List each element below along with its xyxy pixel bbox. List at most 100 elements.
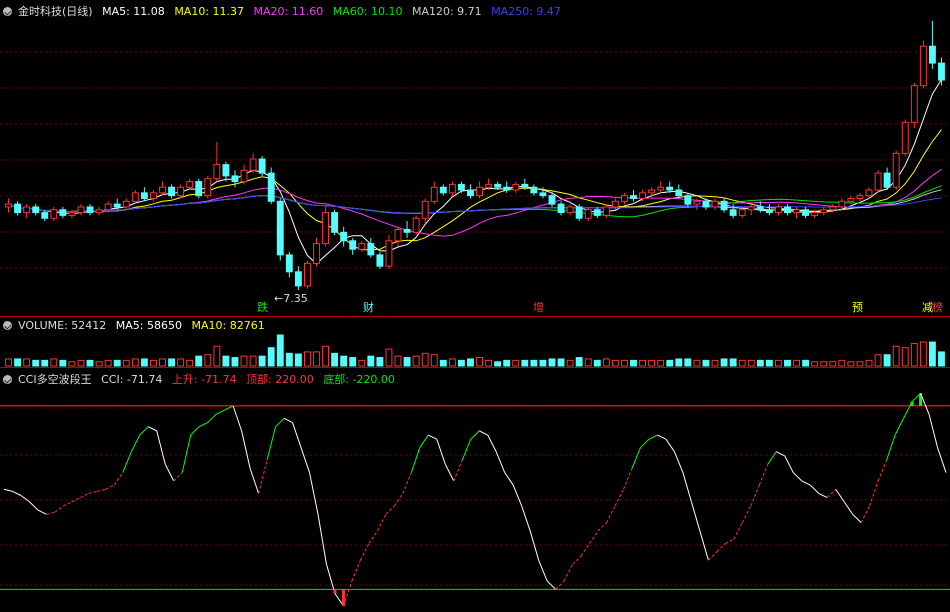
candle-body (14, 203, 22, 214)
volume-bar (41, 359, 49, 367)
candle-body (59, 209, 67, 216)
candle-body (675, 189, 683, 197)
collapse-icon[interactable] (3, 7, 12, 16)
candle-body (376, 254, 384, 267)
candle-body (177, 186, 185, 197)
cci-top-label: 顶部: 220.00 (246, 373, 314, 386)
cci-segment (470, 430, 480, 440)
cci-segment (130, 434, 141, 452)
candle-body (331, 212, 339, 233)
cci-segment (708, 551, 718, 561)
cci-segment (640, 438, 650, 448)
candle-body (485, 183, 493, 188)
ma20-label: MA20: 11.60 (253, 5, 324, 18)
candle-body (738, 209, 746, 216)
cci-segment (733, 522, 743, 540)
volume-bar (611, 359, 619, 367)
event-tag-fall[interactable]: 跌 (255, 301, 270, 314)
candle-body (602, 206, 610, 216)
candle-body (630, 195, 637, 199)
cci-segment (122, 451, 132, 473)
candle-body (494, 183, 502, 188)
collapse-icon[interactable] (3, 321, 12, 330)
cci-segment (894, 418, 905, 436)
ma60-label: MA60: 10.10 (332, 5, 403, 18)
volume-bar (204, 354, 212, 367)
volume-bar (747, 359, 755, 367)
volume-bar (276, 334, 284, 367)
cci-segment (376, 514, 387, 532)
cci-segment (419, 434, 429, 448)
cci-segment (20, 495, 30, 503)
volume-bar (566, 359, 574, 367)
cci-segment (886, 434, 896, 461)
cci-title: CCI多空波段王 (18, 373, 92, 386)
event-tag-ranking[interactable]: 榜 (930, 301, 945, 314)
candle-body (865, 189, 873, 197)
volume-bar (838, 359, 846, 367)
candle-body (385, 240, 393, 267)
volume-bar (729, 358, 737, 367)
cci-segment (606, 505, 616, 523)
collapse-icon[interactable] (3, 375, 12, 384)
volume-bar (639, 359, 647, 367)
ma20-line (8, 168, 942, 237)
candle-body (621, 195, 628, 202)
candle-body (639, 192, 647, 199)
volume-bar (340, 355, 348, 367)
candle-body (693, 200, 701, 205)
cci-segment (928, 414, 938, 448)
price-legend: 金时科技(日线) MA5: 11.08 MA10: 11.37 MA20: 11… (3, 3, 567, 19)
volume-bar (331, 352, 339, 367)
cci-segment (368, 530, 378, 544)
volume-bar (367, 355, 375, 367)
candle-body (303, 262, 311, 287)
volume-title: VOLUME: 52412 (18, 319, 107, 332)
cci-segment (461, 439, 472, 461)
cci-segment (148, 426, 157, 432)
cci-segment (767, 451, 777, 465)
cci-segment (105, 484, 115, 490)
candle-body (711, 200, 719, 208)
cci-segment (504, 472, 514, 486)
candle-body (394, 229, 402, 242)
candle-body (611, 200, 619, 208)
candle-body (322, 212, 329, 245)
cci-segment (843, 501, 854, 515)
event-tag-finance[interactable]: 财 (361, 301, 376, 314)
volume-bar (285, 352, 293, 367)
cci-segment (563, 564, 574, 582)
volume-bar (820, 361, 828, 367)
candle-body (104, 203, 112, 211)
volume-bar (95, 361, 103, 367)
cci-segment (809, 484, 820, 494)
candle-body (5, 203, 12, 208)
event-tag-forecast[interactable]: 预 (850, 301, 865, 314)
vol-ma10-label: MA10: 82761 (191, 319, 265, 332)
volume-bar (313, 351, 320, 367)
volume-bar (412, 355, 420, 367)
volume-bar (548, 358, 556, 367)
volume-bar (249, 355, 257, 367)
candle-body (530, 186, 538, 194)
volume-bar (784, 359, 791, 367)
volume-bar (919, 341, 927, 367)
cci-segment (351, 559, 361, 582)
cci-segment (869, 480, 879, 507)
volume-bar (494, 361, 502, 367)
event-tag-increase[interactable]: 增 (531, 301, 546, 314)
cci-segment (818, 492, 828, 499)
cci-segment (801, 480, 811, 486)
cci-segment (860, 505, 871, 523)
candle-body (131, 192, 139, 202)
volume-bar (539, 359, 547, 367)
candle-body (113, 203, 121, 208)
cci-segment (37, 509, 47, 515)
cci-segment (207, 413, 217, 423)
cci-segment (428, 434, 438, 440)
candle-body (403, 229, 411, 233)
cci-segment (521, 505, 531, 532)
cci-segment (410, 447, 421, 473)
candle-body (856, 195, 864, 199)
volume-bar (928, 341, 936, 367)
